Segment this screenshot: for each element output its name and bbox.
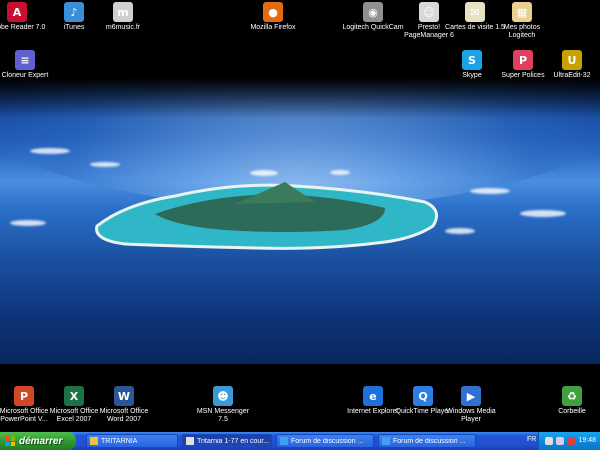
taskbar-button-label: Tritarnia 1-77 en cour... (197, 437, 270, 445)
desktop-icon-label: Windows Media Player (446, 408, 496, 423)
security-icon[interactable] (567, 437, 575, 445)
mes-photos-logitech-icon: ▦ (512, 2, 532, 22)
folder-icon (90, 437, 98, 445)
island-image (95, 182, 439, 250)
desktop-icon-label: Adobe Reader 7.0 (0, 24, 46, 31)
desktop-icon-label: UltraEdit-32 (553, 72, 591, 79)
desktop-icon-label: m6music.fr (105, 24, 141, 31)
word-icon: W (114, 386, 134, 406)
taskbar: démarrer TRITARNIA Tritarnia 1-77 en cour… (0, 432, 600, 450)
desktop-icon-windows-media-player[interactable]: ▶ Windows Media Player (440, 386, 502, 424)
space-band (0, 78, 600, 118)
desktop-icon-mes-photos-logitech[interactable]: ▦ Mes photos Logitech (491, 2, 553, 40)
taskbar-button[interactable]: TRITARNIA (86, 434, 178, 448)
desktop-icon-cloneur-expert[interactable]: ≡ Cloneur Expert (0, 50, 56, 80)
desktop-icon-ultraedit[interactable]: U UltraEdit-32 (541, 50, 600, 80)
ultraedit-icon: U (562, 50, 582, 70)
desktop-icon-word[interactable]: W Microsoft Office Word 2007 (93, 386, 155, 424)
desktop-icon-mozilla-firefox[interactable]: ● Mozilla Firefox (242, 2, 304, 32)
windows-logo-icon (5, 436, 15, 446)
desktop-icon-label: Mes photos Logitech (503, 24, 541, 39)
volume-icon[interactable] (556, 437, 564, 445)
desktop-icon-logitech-quickcam[interactable]: ◉ Logitech QuickCam (342, 2, 404, 32)
desktop-icon-label: Corbeille (558, 408, 586, 415)
windows-media-player-icon: ▶ (461, 386, 481, 406)
itunes-icon: ♪ (64, 2, 84, 22)
cloneur-expert-icon: ≡ (15, 50, 35, 70)
taskbar-button[interactable]: Forum de discussion ... (378, 434, 476, 448)
taskbar-button-label: TRITARNIA (101, 437, 138, 445)
desktop-icon-label: MSN Messenger 7.5 (196, 408, 250, 423)
presto-pagemanager-icon: ☺ (419, 2, 439, 22)
desktop-icon-label: Mozilla Firefox (250, 24, 296, 31)
ie-icon (382, 437, 390, 445)
language-indicator[interactable]: FR (527, 436, 536, 443)
logitech-quickcam-icon: ◉ (363, 2, 383, 22)
start-label: démarrer (19, 435, 63, 447)
taskbar-button-label: Forum de discussion ... (393, 437, 466, 445)
cartes-de-visite-icon: ✉ (465, 2, 485, 22)
ie-icon (280, 437, 288, 445)
adobe-reader-icon: A (7, 2, 27, 22)
skype-icon: S (462, 50, 482, 70)
m6music-icon: m (113, 2, 133, 22)
super-polices-icon: P (513, 50, 533, 70)
desktop-icon-corbeille[interactable]: ♻ Corbeille (541, 386, 600, 416)
msn-messenger-icon: ☻ (213, 386, 233, 406)
desktop-icon-adobe-reader[interactable]: A Adobe Reader 7.0 (0, 2, 48, 32)
system-tray: 19:48 (538, 432, 600, 450)
powerpoint-icon: P (14, 386, 34, 406)
image-viewer-icon (186, 437, 194, 445)
clock[interactable]: 19:48 (578, 437, 596, 444)
desktop-icon-label: Logitech QuickCam (342, 24, 404, 31)
start-button[interactable]: démarrer (0, 432, 76, 450)
network-icon[interactable] (545, 437, 553, 445)
wallpaper-earth-island (0, 78, 600, 364)
taskbar-button[interactable]: Forum de discussion ... (276, 434, 374, 448)
mozilla-firefox-icon: ● (263, 2, 283, 22)
quicktime-player-icon: Q (413, 386, 433, 406)
taskbar-button-label: Forum de discussion ... (291, 437, 364, 445)
taskbar-button[interactable]: Tritarnia 1-77 en cour... (182, 434, 272, 448)
corbeille-icon: ♻ (562, 386, 582, 406)
internet-explorer-icon: e (363, 386, 383, 406)
desktop-icon-m6music[interactable]: m m6music.fr (92, 2, 154, 32)
desktop-icon-label: Cloneur Expert (1, 72, 49, 79)
desktop-icon-label: Microsoft Office Word 2007 (99, 408, 149, 423)
excel-icon: X (64, 386, 84, 406)
desktop-icon-msn-messenger[interactable]: ☻ MSN Messenger 7.5 (192, 386, 254, 424)
desktop: AAdobe Reader 7.0♪iTunesmm6music.fr●Mozi… (0, 0, 600, 432)
